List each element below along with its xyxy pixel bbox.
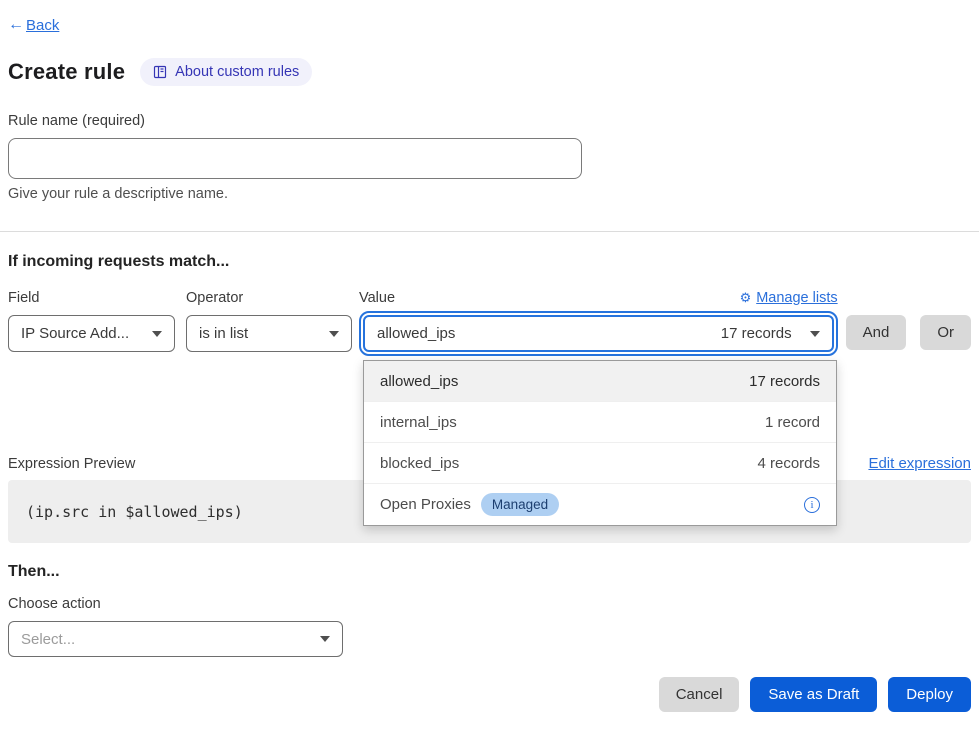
caret-down-icon [810, 331, 820, 337]
list-dropdown: allowed_ips 17 records internal_ips 1 re… [363, 360, 837, 526]
footer-actions: Cancel Save as Draft Deploy [8, 677, 971, 712]
operator-label: Operator [186, 290, 243, 306]
value-select-value: allowed_ips [377, 325, 455, 342]
edit-expression-link[interactable]: Edit expression [868, 455, 971, 472]
back-link-label: Back [26, 17, 59, 34]
list-item-meta: 4 records [757, 455, 820, 472]
and-button[interactable]: And [846, 315, 907, 350]
operator-select-value: is in list [199, 325, 248, 342]
rule-name-section: Rule name (required) Give your rule a de… [8, 113, 971, 202]
about-badge-label: About custom rules [175, 64, 299, 80]
back-arrow-icon: ← [8, 16, 24, 34]
list-item-name: blocked_ips [380, 455, 459, 472]
or-button[interactable]: Or [920, 315, 971, 350]
value-label: Value [359, 290, 395, 306]
manage-lists-label: Manage lists [756, 290, 837, 306]
deploy-button[interactable]: Deploy [888, 677, 971, 712]
list-item-blocked-ips[interactable]: blocked_ips 4 records [364, 443, 836, 484]
back-link[interactable]: ← Back [8, 16, 59, 34]
book-icon [153, 65, 167, 79]
value-select-meta: 17 records [721, 325, 792, 342]
expression-preview-label: Expression Preview [8, 456, 135, 472]
save-as-draft-button[interactable]: Save as Draft [750, 677, 877, 712]
field-select-value: IP Source Add... [21, 325, 129, 342]
value-select[interactable]: allowed_ips 17 records [363, 315, 834, 352]
action-select[interactable]: Select... [8, 621, 343, 657]
value-column: Value ⚙ Manage lists allowed_ips 17 reco… [359, 288, 838, 356]
title-row: Create rule About custom rules [8, 58, 971, 86]
rule-name-helper: Give your rule a descriptive name. [8, 186, 971, 202]
cancel-button[interactable]: Cancel [659, 677, 740, 712]
list-item-name: Open Proxies [380, 496, 471, 513]
about-custom-rules-link[interactable]: About custom rules [140, 58, 312, 86]
list-item-allowed-ips[interactable]: allowed_ips 17 records [364, 361, 836, 402]
gear-icon: ⚙ [740, 291, 752, 304]
section-divider [0, 231, 979, 232]
value-select-focus-ring: allowed_ips 17 records [359, 311, 838, 356]
rule-name-label: Rule name (required) [8, 113, 971, 129]
list-item-open-proxies[interactable]: Open Proxies Managed i [364, 484, 836, 525]
match-section-heading: If incoming requests match... [8, 253, 971, 271]
connector-buttons: And Or [846, 288, 971, 350]
create-rule-page: ← Back Create rule About custom rules Ru… [0, 0, 979, 712]
list-item-name: internal_ips [380, 414, 457, 431]
operator-select[interactable]: is in list [186, 315, 352, 352]
manage-lists-link[interactable]: ⚙ Manage lists [740, 290, 838, 306]
caret-down-icon [329, 331, 339, 337]
field-column: Field IP Source Add... [8, 288, 175, 352]
caret-down-icon [320, 636, 330, 642]
field-select[interactable]: IP Source Add... [8, 315, 175, 352]
list-item-name: allowed_ips [380, 373, 458, 390]
info-icon[interactable]: i [804, 497, 820, 513]
managed-badge: Managed [481, 493, 559, 516]
page-title: Create rule [8, 59, 125, 85]
condition-row: Field IP Source Add... Operator is in li… [8, 288, 971, 356]
field-label: Field [8, 290, 39, 306]
caret-down-icon [152, 331, 162, 337]
action-select-placeholder: Select... [21, 631, 75, 648]
choose-action-label: Choose action [8, 596, 971, 612]
list-item-meta: 1 record [765, 414, 820, 431]
rule-name-input[interactable] [8, 138, 582, 179]
list-item-meta: 17 records [749, 373, 820, 390]
list-item-internal-ips[interactable]: internal_ips 1 record [364, 402, 836, 443]
then-heading: Then... [8, 563, 971, 581]
operator-column: Operator is in list [186, 288, 352, 352]
